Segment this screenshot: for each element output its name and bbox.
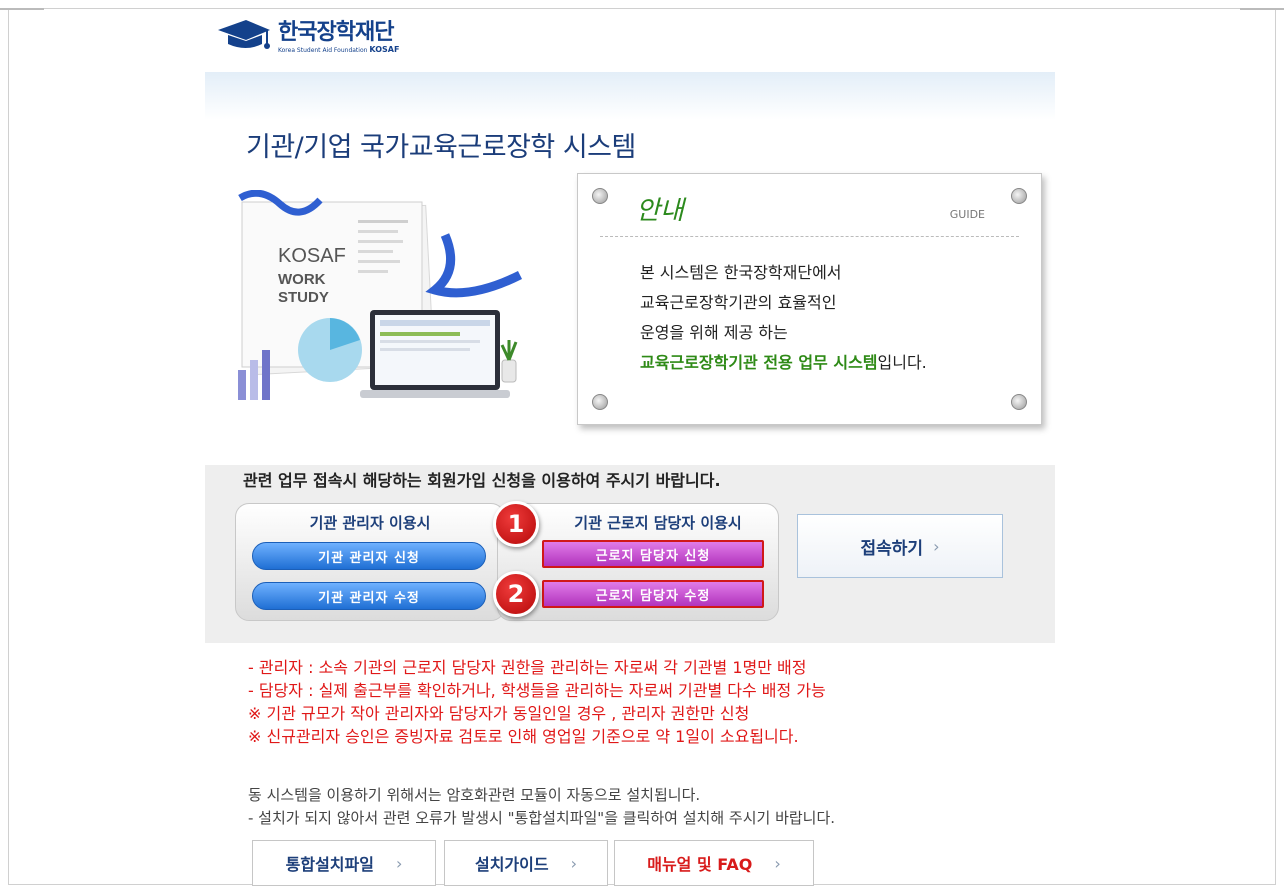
admin-group-title: 기관 관리자 이용시 [309, 514, 431, 532]
logo-subtitle: Korea Student Aid Foundation KOSAF [278, 45, 400, 54]
guide-body: 본 시스템은 한국장학재단에서 교육근로장학기관의 효율적인 운영을 위해 제공… [640, 258, 927, 378]
note-line: - 관리자 : 소속 기관의 근로지 담당자 권한을 관리하는 자로써 각 기관… [248, 658, 807, 677]
guide-line: 교육근로장학기관 전용 업무 시스템입니다. [640, 348, 927, 378]
book-line-kosaf: KOSAF [278, 245, 346, 267]
install-file-label: 통합설치파일 [285, 855, 374, 874]
admin-apply-button[interactable]: 기관 관리자 신청 [252, 542, 486, 570]
graduation-cap-icon [218, 20, 270, 49]
page-frame [8, 8, 1276, 885]
header-band [205, 72, 1055, 120]
work-study-illustration: KOSAF WORK STUDY [220, 189, 540, 415]
frame-corner-right [1240, 8, 1284, 10]
staff-modify-button[interactable]: 근로지 담당자 수정 [542, 580, 764, 608]
chevron-right-icon: › [774, 853, 781, 873]
login-section: 관련 업무 접속시 해당하는 회원가입 신청을 이용하여 주시기 바랍니다. 기… [205, 465, 1055, 643]
install-file-button[interactable]: 통합설치파일 › [252, 840, 436, 886]
install-info: 동 시스템을 이용하기 위해서는 암호화관련 모듈이 자동으로 설치됩니다. -… [248, 784, 835, 830]
frame-corner-left [0, 8, 44, 10]
step-badge-2: 2 [493, 571, 539, 617]
guide-suffix: 입니다. [877, 353, 927, 372]
install-guide-button[interactable]: 설치가이드 › [444, 840, 608, 886]
guide-title-en: GUIDE [949, 208, 985, 221]
manual-faq-button[interactable]: 매뉴얼 및 FAQ › [614, 840, 814, 886]
guide-divider [600, 236, 1019, 237]
guide-panel: 안내 GUIDE 본 시스템은 한국장학재단에서 교육근로장학기관의 효율적인 … [577, 173, 1042, 425]
install-guide-label: 설치가이드 [474, 855, 549, 874]
install-line: 동 시스템을 이용하기 위해서는 암호화관련 모듈이 자동으로 설치됩니다. [248, 786, 701, 804]
note-line: ※ 기관 규모가 작아 관리자와 담당자가 동일인일 경우 , 관리자 권한만 … [248, 704, 750, 723]
step-badge-1: 1 [493, 501, 539, 547]
screw-icon [1011, 188, 1027, 204]
admin-modify-button[interactable]: 기관 관리자 수정 [252, 582, 486, 610]
staff-apply-button[interactable]: 근로지 담당자 신청 [542, 540, 764, 568]
guide-line: 본 시스템은 한국장학재단에서 [640, 263, 842, 282]
chevron-right-icon: › [933, 536, 940, 556]
kosaf-logo[interactable]: 한국장학재단 Korea Student Aid Foundation KOSA… [216, 14, 399, 54]
guide-title: 안내 [636, 196, 684, 226]
logo-name: 한국장학재단 [278, 20, 394, 45]
guide-highlight: 교육근로장학기관 전용 업무 시스템 [640, 353, 878, 372]
staff-group-title: 기관 근로지 담당자 이용시 [574, 514, 742, 532]
book-line-work: WORK [278, 271, 326, 288]
chevron-right-icon: › [570, 853, 577, 873]
chevron-right-icon: › [395, 853, 403, 873]
role-notes: - 관리자 : 소속 기관의 근로지 담당자 권한을 관리하는 자로써 각 기관… [248, 656, 826, 748]
guide-line: 교육근로장학기관의 효율적인 [640, 293, 837, 312]
book-line-study: STUDY [278, 289, 329, 306]
admin-group: 기관 관리자 이용시 기관 관리자 신청 기관 관리자 수정 [235, 503, 505, 621]
install-line: - 설치가 되지 않아서 관련 오류가 발생시 "통합설치파일"을 클릭하여 설… [248, 809, 836, 827]
screw-icon [592, 394, 608, 410]
screw-icon [1011, 394, 1027, 410]
manual-faq-label: 매뉴얼 및 FAQ [647, 855, 753, 874]
guide-line: 운영을 위해 제공 하는 [640, 323, 788, 342]
staff-group: 기관 근로지 담당자 이용시 근로지 담당자 신청 근로지 담당자 수정 [497, 503, 779, 621]
screw-icon [592, 188, 608, 204]
connect-button[interactable]: 접속하기 › [797, 514, 1003, 578]
note-line: - 담당자 : 실제 출근부를 확인하거나, 학생들을 관리하는 자로써 기관별… [248, 681, 826, 700]
connect-label: 접속하기 [860, 538, 924, 559]
login-instruction: 관련 업무 접속시 해당하는 회원가입 신청을 이용하여 주시기 바랍니다. [243, 471, 721, 490]
note-line: ※ 신규관리자 승인은 증빙자료 검토로 인해 영업일 기준으로 약 1일이 소… [248, 727, 799, 746]
page-title: 기관/기업 국가교육근로장학 시스템 [246, 132, 636, 163]
